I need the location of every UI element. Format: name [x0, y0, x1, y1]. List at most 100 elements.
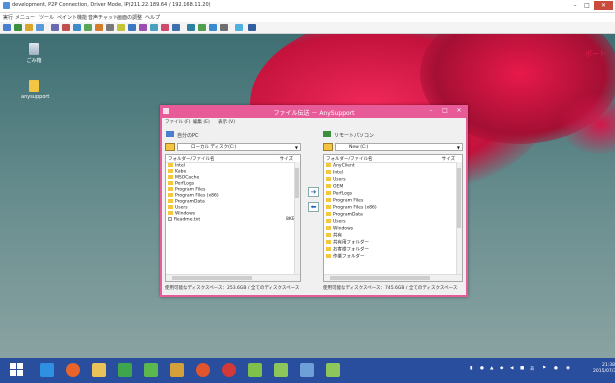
receive-from-remote-button[interactable]: ⬅ [308, 202, 319, 212]
dialog-title-bar[interactable]: ファイル伝送 － AnySupport – □ ✕ [160, 105, 468, 118]
toolbar-monitor-icon[interactable] [36, 24, 44, 31]
toolbar-file-transfer-icon[interactable] [84, 24, 92, 31]
dialog-minimize-button[interactable]: – [426, 106, 436, 116]
toolbar-lightbulb-icon[interactable] [117, 24, 125, 31]
list-item[interactable]: Intel [326, 170, 343, 176]
toolbar-sysinfo-icon[interactable] [150, 24, 158, 31]
ie-icon[interactable] [40, 363, 54, 377]
tray-flag-icon[interactable]: ⚑ [542, 366, 546, 371]
app-chat-icon[interactable] [144, 363, 158, 377]
menu-item-run[interactable]: 実行 [3, 14, 13, 21]
remote-app-2-icon[interactable] [274, 363, 288, 377]
tray-ime-icon[interactable]: あ [530, 366, 535, 372]
toolbar-lock-icon[interactable] [220, 24, 228, 31]
app-yellow-icon[interactable] [170, 363, 184, 377]
tray-wifi-icon[interactable]: ◉ [566, 366, 570, 371]
list-item[interactable]: ProgramData [326, 212, 363, 218]
menu-item-voice-chat[interactable]: 音声チャット [88, 14, 118, 21]
maximize-button[interactable]: □ [581, 1, 593, 10]
remote-horizontal-scrollbar[interactable] [324, 274, 462, 281]
menu-item-paint[interactable]: ペイント機能 [57, 14, 87, 21]
list-item[interactable]: PerfLogs [326, 191, 352, 197]
list-item[interactable]: お客様フォルダー [326, 247, 369, 253]
scroll-thumb[interactable] [172, 276, 252, 280]
dialog-menu-view[interactable]: 表示 (V) [218, 119, 235, 125]
firefox-icon[interactable] [66, 363, 80, 377]
toolbar-screen-icon[interactable] [14, 24, 22, 31]
dialog-menu-file[interactable]: ファイル (F) [165, 119, 191, 125]
toolbar-reboot-icon[interactable] [161, 24, 169, 31]
menu-item-tools[interactable]: ツール [39, 14, 54, 21]
toolbar-settings-icon[interactable] [106, 24, 114, 31]
list-item[interactable]: Users [326, 177, 346, 183]
dialog-close-button[interactable]: ✕ [454, 106, 464, 116]
opera-icon[interactable] [222, 363, 236, 377]
toolbar-audio-icon[interactable] [139, 24, 147, 31]
list-item[interactable]: Users [326, 219, 346, 225]
close-button[interactable]: ✕ [594, 1, 613, 10]
list-item[interactable]: OEM [326, 184, 343, 190]
scroll-thumb[interactable] [295, 168, 299, 198]
list-item[interactable]: 共有用フォルダー [326, 240, 369, 246]
list-item[interactable]: Readme.txt 8KB [168, 217, 295, 223]
remote-up-folder-button[interactable] [323, 143, 333, 151]
menu-item-help[interactable]: ヘルプ [145, 14, 160, 21]
local-col-size[interactable]: サイズ [280, 156, 293, 162]
tray-battery-icon[interactable]: ■ [520, 366, 524, 371]
window-title-bar[interactable]: development, P2P Connection, Driver Mode… [0, 0, 615, 13]
remote-drive-select[interactable]: New (C:) ▼ [335, 143, 463, 151]
list-item[interactable]: Windows [326, 226, 353, 232]
remote-vertical-scrollbar[interactable] [456, 162, 462, 275]
dialog-maximize-button[interactable]: □ [440, 106, 450, 116]
local-up-folder-button[interactable] [165, 143, 175, 151]
desktop-icon-recycle-bin[interactable]: ごみ箱 [21, 43, 47, 64]
local-drive-select[interactable]: ローカル ディスク(C:) ▼ [177, 143, 301, 151]
toolbar-folder-icon[interactable] [25, 24, 33, 31]
list-item[interactable]: 作業フォルダー [326, 254, 365, 260]
toolbar-record-icon[interactable] [62, 24, 70, 31]
document-icon[interactable] [300, 363, 314, 377]
dialog-menu-edit[interactable]: 編集 (E) [193, 119, 210, 125]
start-button[interactable] [10, 363, 24, 377]
toolbar-scale-icon[interactable] [198, 24, 206, 31]
toolbar-connect-icon[interactable] [3, 24, 11, 31]
file-explorer-icon[interactable] [92, 363, 106, 377]
tray-volume-icon[interactable]: ◀ [510, 366, 513, 371]
tray-sync-icon[interactable]: ◆ [500, 366, 503, 371]
toolbar-quality-icon[interactable] [209, 24, 217, 31]
tray-security-icon[interactable]: ● [480, 366, 484, 371]
toolbar-fullscreen-icon[interactable] [187, 24, 195, 31]
list-item[interactable]: Program Files [326, 198, 363, 204]
minimize-button[interactable]: – [569, 1, 581, 10]
tray-bluetooth-icon[interactable]: ● [554, 366, 558, 371]
toolbar-exit-icon[interactable] [248, 24, 256, 31]
scroll-thumb[interactable] [330, 276, 430, 280]
remote-file-list[interactable]: フォルダー/ファイル名 サイズ AnyClient Intel Users OE… [323, 154, 463, 282]
remote-app-icon[interactable] [248, 363, 262, 377]
toolbar-capture-icon[interactable] [128, 24, 136, 31]
toolbar-pen-icon[interactable] [235, 24, 243, 31]
remote-col-size[interactable]: サイズ [442, 156, 455, 162]
local-vertical-scrollbar[interactable] [294, 162, 300, 275]
menu-item-screen-adjust[interactable]: 画面の調整 [117, 14, 142, 21]
toolbar-chat-icon[interactable] [73, 24, 81, 31]
local-file-list[interactable]: フォルダー/ファイル名 サイズ Intel Kabe MSOCache Perf… [165, 154, 301, 282]
send-to-remote-button[interactable]: ➔ [308, 187, 319, 197]
remote-desktop[interactable]: ポート ごみ箱 anysupport ファイル伝送 － AnySupport –… [0, 34, 615, 358]
app-green-icon[interactable] [118, 363, 132, 377]
remote-app-3-icon[interactable] [326, 363, 340, 377]
local-horizontal-scrollbar[interactable] [166, 274, 300, 281]
menu-item-menu[interactable]: メニュー [15, 14, 35, 21]
app-orange-icon[interactable] [196, 363, 210, 377]
list-item[interactable]: AnyClient [326, 163, 355, 169]
toolbar-paint-icon[interactable] [95, 24, 103, 31]
tray-app-icon[interactable]: ▲ [490, 366, 493, 371]
list-item[interactable]: 共有 [326, 233, 342, 239]
remote-col-name[interactable]: フォルダー/ファイル名 [326, 156, 373, 162]
list-item[interactable]: Program Files (x86) [326, 205, 377, 211]
scroll-thumb[interactable] [457, 168, 461, 228]
toolbar-keyboard-icon[interactable] [51, 24, 59, 31]
tray-network-icon[interactable]: ▮ [470, 366, 472, 371]
toolbar-ctrl-alt-del-icon[interactable] [172, 24, 180, 31]
desktop-icon-anysupport[interactable]: anysupport [21, 80, 49, 100]
